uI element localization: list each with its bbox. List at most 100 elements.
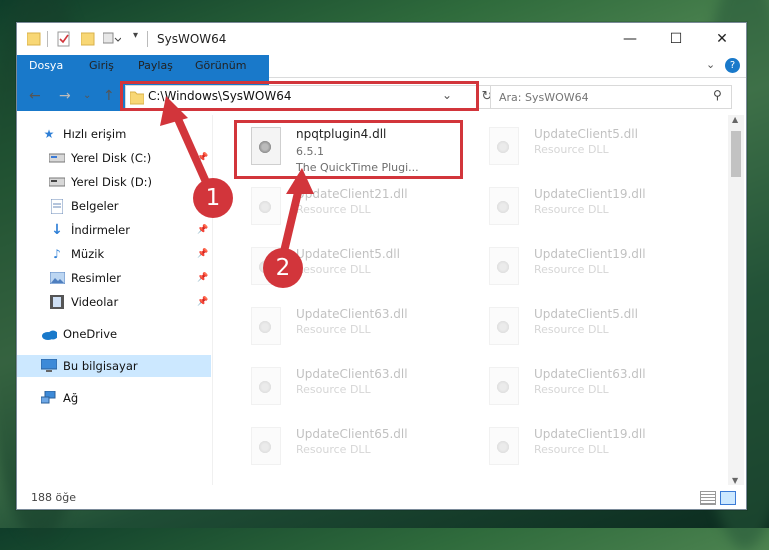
file-item[interactable]: UpdateClient5.dll Resource DLL (479, 301, 707, 357)
sidebar-item-label: Resimler (71, 271, 121, 285)
search-input[interactable] (497, 88, 701, 106)
close-button[interactable]: ✕ (699, 23, 745, 55)
dll-file-icon (489, 427, 519, 465)
file-item[interactable]: UpdateClient19.dll Resource DLL (479, 181, 707, 237)
file-item[interactable]: UpdateClient19.dll Resource DLL (479, 421, 707, 477)
dll-file-icon (251, 427, 281, 465)
file-description: Resource DLL (296, 383, 371, 396)
file-item[interactable]: UpdateClient19.dll Resource DLL (479, 241, 707, 297)
minimize-button[interactable]: — (607, 23, 653, 55)
dll-file-icon (489, 247, 519, 285)
file-item[interactable]: UpdateClient65.dll Resource DLL (241, 421, 469, 477)
item-count: 188 öğe (31, 491, 76, 504)
video-icon (49, 294, 65, 310)
file-item[interactable]: UpdateClient63.dll Resource DLL (479, 361, 707, 417)
dll-file-icon (489, 307, 519, 345)
cloud-icon (41, 326, 57, 342)
tab-view[interactable]: Görünüm (195, 55, 246, 77)
sidebar-item-pictures[interactable]: Resimler 📌 (17, 267, 211, 289)
step-badge-2: 2 (263, 248, 303, 288)
close-icon: ✕ (716, 31, 728, 47)
minimize-icon: — (623, 31, 637, 47)
file-name: UpdateClient65.dll (296, 427, 408, 441)
search-icon[interactable]: ⚲ (713, 88, 722, 102)
sidebar-item-label: Yerel Disk (C:) (71, 151, 152, 165)
maximize-icon: ☐ (669, 31, 683, 47)
network-icon (41, 390, 57, 406)
file-item[interactable]: UpdateClient63.dll Resource DLL (241, 361, 469, 417)
file-name: UpdateClient63.dll (296, 367, 408, 381)
dll-file-icon (489, 367, 519, 405)
window-title: SysWOW64 (157, 32, 227, 46)
dll-file-icon (489, 187, 519, 225)
sidebar-item-label: Yerel Disk (D:) (71, 175, 153, 189)
up-arrow-icon[interactable]: ↑ (103, 88, 115, 104)
file-description: Resource DLL (296, 323, 371, 336)
file-description: Resource DLL (534, 143, 609, 156)
tiles-view-icon[interactable] (720, 491, 736, 505)
file-name: UpdateClient19.dll (534, 187, 646, 201)
file-name: UpdateClient63.dll (534, 367, 646, 381)
sidebar-item-network[interactable]: Ağ (17, 387, 211, 409)
drive-icon (49, 174, 65, 190)
pictures-icon (49, 270, 65, 286)
status-bar: 188 öğe (17, 487, 746, 509)
vertical-scrollbar[interactable]: ▲ ▼ (728, 115, 744, 485)
file-item[interactable]: UpdateClient5.dll Resource DLL (479, 121, 707, 177)
sidebar-item-label: Videolar (71, 295, 119, 309)
maximize-button[interactable]: ☐ (653, 23, 699, 55)
dll-file-icon (251, 307, 281, 345)
separator (147, 31, 148, 47)
sidebar-item-music[interactable]: ♪ Müzik 📌 (17, 243, 211, 265)
computer-icon (41, 358, 57, 374)
drive-icon (49, 150, 65, 166)
file-item[interactable]: UpdateClient63.dll Resource DLL (241, 301, 469, 357)
scroll-up-icon[interactable]: ▲ (732, 115, 738, 124)
customize-quick-access-icon[interactable] (103, 31, 121, 47)
scrollbar-thumb[interactable] (731, 131, 741, 177)
pin-icon[interactable]: 📌 (197, 249, 208, 259)
sidebar-item-downloads[interactable]: ↓ İndirmeler 📌 (17, 219, 211, 241)
ribbon-tabs: Dosya Giriş Paylaş Görünüm ⌄ ? (17, 55, 746, 111)
sidebar-item-label: İndirmeler (71, 223, 130, 237)
chevron-down-icon[interactable]: ⌄ (706, 58, 715, 71)
star-icon: ★ (43, 127, 55, 141)
step-badge-1: 1 (193, 178, 233, 218)
dropdown-arrow-icon[interactable]: ▾ (133, 30, 138, 46)
sidebar-item-label: Ağ (63, 391, 79, 405)
folder-icon (27, 32, 41, 46)
back-arrow-icon[interactable]: ← (29, 88, 41, 104)
new-folder-icon[interactable] (81, 31, 95, 47)
sidebar-item-label: Belgeler (71, 199, 119, 213)
recent-dropdown-icon[interactable]: ⌄ (83, 90, 91, 101)
dll-file-icon (489, 127, 519, 165)
sidebar-item-this-pc[interactable]: Bu bilgisayar (17, 355, 211, 377)
forward-arrow-icon[interactable]: → (59, 88, 71, 104)
sidebar-item-label: Bu bilgisayar (63, 359, 138, 373)
sidebar-item-videos[interactable]: Videolar 📌 (17, 291, 211, 313)
details-view-icon[interactable] (700, 491, 716, 505)
file-description: Resource DLL (534, 323, 609, 336)
pin-icon[interactable]: 📌 (197, 225, 208, 235)
pin-icon[interactable]: 📌 (197, 273, 208, 283)
file-description: Resource DLL (534, 203, 609, 216)
file-name: UpdateClient5.dll (534, 127, 638, 141)
sidebar-item-label: Müzik (71, 247, 105, 261)
tab-home[interactable]: Giriş (89, 55, 114, 77)
file-highlight-box (234, 120, 463, 179)
search-box[interactable]: ⚲ (490, 85, 732, 109)
scroll-down-icon[interactable]: ▼ (732, 476, 738, 485)
file-name: UpdateClient5.dll (534, 307, 638, 321)
file-name: UpdateClient19.dll (534, 427, 646, 441)
download-icon: ↓ (51, 222, 63, 238)
separator (47, 31, 48, 47)
dll-file-icon (251, 367, 281, 405)
tab-share[interactable]: Paylaş (138, 55, 173, 77)
sidebar-item-label: OneDrive (63, 327, 118, 341)
help-icon[interactable]: ? (725, 58, 740, 73)
sidebar-item-onedrive[interactable]: OneDrive (17, 323, 211, 345)
properties-icon[interactable] (57, 31, 71, 47)
pin-icon[interactable]: 📌 (197, 297, 208, 307)
file-name: UpdateClient19.dll (534, 247, 646, 261)
file-description: Resource DLL (534, 263, 609, 276)
